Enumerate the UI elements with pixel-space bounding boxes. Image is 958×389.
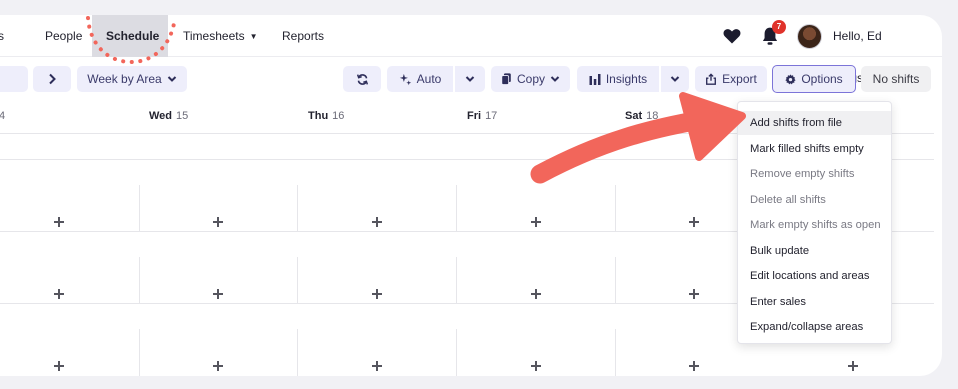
menu-item-add-shifts-from-file[interactable]: Add shifts from file: [738, 111, 891, 135]
nav-timesheets[interactable]: Timesheets ▼: [183, 15, 258, 57]
grid-column-divider: [456, 329, 457, 376]
grid-column-divider: [456, 257, 457, 303]
chevron-down-icon: [167, 76, 176, 82]
auto-label: Auto: [416, 72, 442, 86]
app-window: s People Schedule Timesheets ▼ Reports 7 …: [0, 15, 942, 376]
chevron-down-icon: [465, 76, 475, 82]
next-week-button[interactable]: [33, 66, 71, 92]
export-label: Export: [722, 72, 757, 86]
insights-label: Insights: [605, 72, 648, 86]
add-shift-button[interactable]: [530, 360, 542, 372]
grid-column-divider: [615, 185, 616, 231]
auto-button[interactable]: Auto: [387, 66, 453, 92]
menu-item-expand-collapse-areas[interactable]: Expand/collapse areas: [738, 315, 891, 339]
add-shift-button[interactable]: [371, 216, 383, 228]
no-shifts-button[interactable]: No shifts: [861, 66, 931, 92]
menu-item-remove-empty-shifts: Remove empty shifts: [750, 168, 855, 180]
add-shift-button[interactable]: [688, 216, 700, 228]
options-button[interactable]: Options: [772, 65, 856, 93]
grid-column-divider: [139, 329, 140, 376]
day-header-num: 18: [646, 110, 659, 122]
day-header-name: Sat: [625, 110, 643, 122]
day-header-fri: Fri 17: [467, 110, 497, 122]
menu-item-mark-filled-shifts-empty[interactable]: Mark filled shifts empty: [738, 137, 891, 161]
add-shift-button[interactable]: [212, 288, 224, 300]
add-shift-button[interactable]: [530, 216, 542, 228]
add-shift-button[interactable]: [53, 216, 65, 228]
options-menu: Add shifts from file Mark filled shifts …: [737, 101, 892, 344]
add-shift-button[interactable]: [371, 360, 383, 372]
add-shift-button[interactable]: [371, 288, 383, 300]
insights-button[interactable]: Insights: [577, 66, 659, 92]
grid-column-divider: [297, 185, 298, 231]
avatar[interactable]: [797, 24, 822, 49]
menu-item-delete-all-shifts: Delete all shifts: [750, 194, 826, 206]
add-shift-button[interactable]: [212, 360, 224, 372]
refresh-button[interactable]: [343, 66, 381, 92]
day-header-tue: 4: [0, 110, 5, 122]
previous-week-button[interactable]: [0, 66, 28, 92]
day-header-num: 17: [485, 110, 498, 122]
menu-item-mark-empty-shifts-open: Mark empty shifts as open: [750, 219, 881, 231]
options-label: Options: [801, 71, 843, 86]
auto-dropdown-button[interactable]: [455, 66, 485, 92]
chevron-down-icon: [670, 76, 680, 82]
grid-column-divider: [297, 257, 298, 303]
grid-column-divider: [139, 257, 140, 303]
gear-icon: [785, 73, 796, 84]
day-header-name: Wed: [149, 110, 173, 122]
copy-button[interactable]: Copy: [491, 66, 570, 92]
export-icon: [706, 73, 717, 85]
chevron-right-icon: [49, 73, 56, 85]
add-shift-button[interactable]: [688, 288, 700, 300]
add-shift-button[interactable]: [212, 216, 224, 228]
nav-timesheets-label: Timesheets: [183, 29, 245, 43]
heart-icon[interactable]: [722, 26, 742, 46]
day-header-num: 15: [176, 110, 189, 122]
nav-people[interactable]: People: [45, 15, 82, 57]
svg-text:s: s: [0, 29, 4, 43]
day-header-name: Fri: [467, 110, 482, 122]
copy-icon: [501, 73, 511, 85]
day-header-thu: Thu 16: [308, 110, 344, 122]
caret-down-icon: ▼: [249, 32, 258, 41]
day-header-sat: Sat 18: [625, 110, 658, 122]
day-header-num: 16: [332, 110, 345, 122]
grid-column-divider: [297, 329, 298, 376]
add-shift-button[interactable]: [53, 288, 65, 300]
view-select-label: Week by Area: [87, 72, 162, 86]
notification-badge: 7: [772, 20, 786, 34]
add-shift-button[interactable]: [53, 360, 65, 372]
chevron-down-icon: [550, 76, 560, 82]
grid-column-divider: [615, 329, 616, 376]
top-navigation: s People Schedule Timesheets ▼ Reports 7 …: [0, 15, 942, 85]
copy-label: Copy: [516, 72, 545, 86]
export-button[interactable]: Export: [695, 66, 767, 92]
day-header-num: 4: [0, 110, 6, 122]
nav-reports[interactable]: Reports: [282, 15, 324, 57]
grid-column-divider: [615, 257, 616, 303]
day-header-name: Thu: [308, 110, 329, 122]
nav-schedule[interactable]: Schedule: [92, 15, 168, 57]
add-shift-button[interactable]: [847, 360, 859, 372]
grid-column-divider: [139, 185, 140, 231]
day-header-wed: Wed 15: [149, 110, 188, 122]
nav-edge-fragment: s: [0, 15, 8, 57]
menu-item-bulk-update[interactable]: Bulk update: [738, 239, 891, 263]
insights-dropdown-button[interactable]: [661, 66, 689, 92]
add-shift-button[interactable]: [530, 288, 542, 300]
menu-item-edit-locations-areas[interactable]: Edit locations and areas: [738, 264, 891, 288]
refresh-icon: [356, 73, 368, 85]
bar-chart-icon: [589, 74, 601, 85]
sparkle-icon: [399, 73, 411, 85]
add-shift-button[interactable]: [688, 360, 700, 372]
grid-column-divider: [456, 185, 457, 231]
menu-item-enter-sales[interactable]: Enter sales: [738, 290, 891, 314]
view-select[interactable]: Week by Area: [77, 66, 187, 92]
